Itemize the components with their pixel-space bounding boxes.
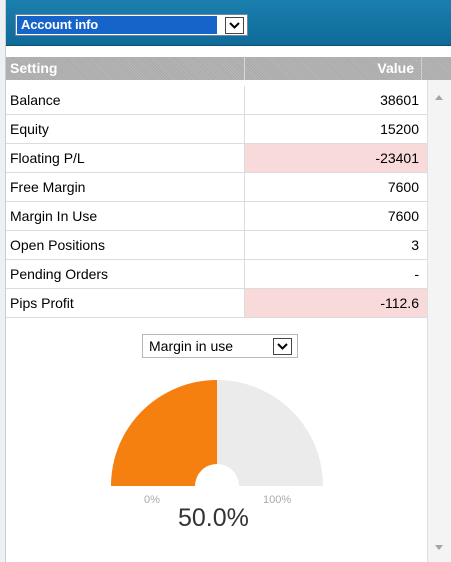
setting-value: -112.6	[380, 295, 419, 311]
table-row[interactable]: Free Margin 7600	[6, 173, 427, 202]
scroll-down-arrow-icon[interactable]	[435, 545, 443, 550]
column-header-setting[interactable]: Setting	[10, 60, 57, 76]
account-info-panel: Account info Setting Value Balance 38601…	[0, 0, 451, 562]
scroll-up-arrow-icon[interactable]	[435, 95, 443, 100]
column-divider[interactable]	[244, 57, 245, 80]
setting-value: 3	[411, 237, 419, 253]
gauge-max-label: 100%	[263, 494, 292, 506]
settings-table-body: Balance 38601 Equity 15200 Floating P/L …	[6, 86, 427, 318]
table-row[interactable]: Open Positions 3	[6, 231, 427, 260]
table-row[interactable]: Margin In Use 7600	[6, 202, 427, 231]
table-row[interactable]: Floating P/L -23401	[6, 144, 427, 173]
margin-gauge-section: Margin in use 0% 100% 50.0%	[6, 318, 427, 562]
gauge-min-label: 0%	[144, 494, 160, 506]
gauge-fill	[111, 380, 217, 486]
table-row[interactable]: Pips Profit -112.6	[6, 289, 427, 318]
setting-label: Floating P/L	[10, 150, 85, 166]
table-row[interactable]: Equity 15200	[6, 115, 427, 144]
setting-label: Free Margin	[10, 179, 86, 195]
setting-label: Equity	[10, 121, 49, 137]
setting-value: 38601	[380, 92, 419, 108]
table-header-filler	[421, 57, 451, 80]
setting-label: Pips Profit	[10, 295, 74, 311]
setting-label: Pending Orders	[10, 266, 109, 282]
setting-value: 15200	[380, 121, 419, 137]
value-cell: 38601	[244, 86, 427, 114]
table-header: Setting Value	[6, 57, 421, 80]
value-cell: -23401	[244, 144, 427, 172]
setting-value: -	[414, 266, 419, 282]
value-cell: 7600	[244, 173, 427, 201]
setting-value: 7600	[387, 179, 419, 195]
setting-value: 7600	[387, 208, 419, 224]
setting-value: -23401	[375, 150, 419, 166]
value-cell: 15200	[244, 115, 427, 143]
account-info-dropdown[interactable]: Account info	[15, 14, 248, 36]
setting-label: Open Positions	[10, 237, 105, 253]
table-row[interactable]: Pending Orders -	[6, 260, 427, 289]
vertical-scrollbar[interactable]	[427, 80, 451, 562]
account-info-dropdown-value: Account info	[17, 16, 217, 34]
panel-toolbar: Account info	[6, 0, 451, 46]
gauge-value-label: 50.0%	[178, 504, 249, 532]
setting-label: Balance	[10, 92, 61, 108]
chevron-down-icon[interactable]	[225, 17, 244, 34]
column-header-value[interactable]: Value	[377, 60, 414, 76]
value-cell: 3	[244, 231, 427, 259]
value-cell: -112.6	[244, 289, 427, 317]
table-row[interactable]: Balance 38601	[6, 86, 427, 115]
value-cell: 7600	[244, 202, 427, 230]
value-cell: -	[244, 260, 427, 288]
setting-label: Margin In Use	[10, 208, 98, 224]
